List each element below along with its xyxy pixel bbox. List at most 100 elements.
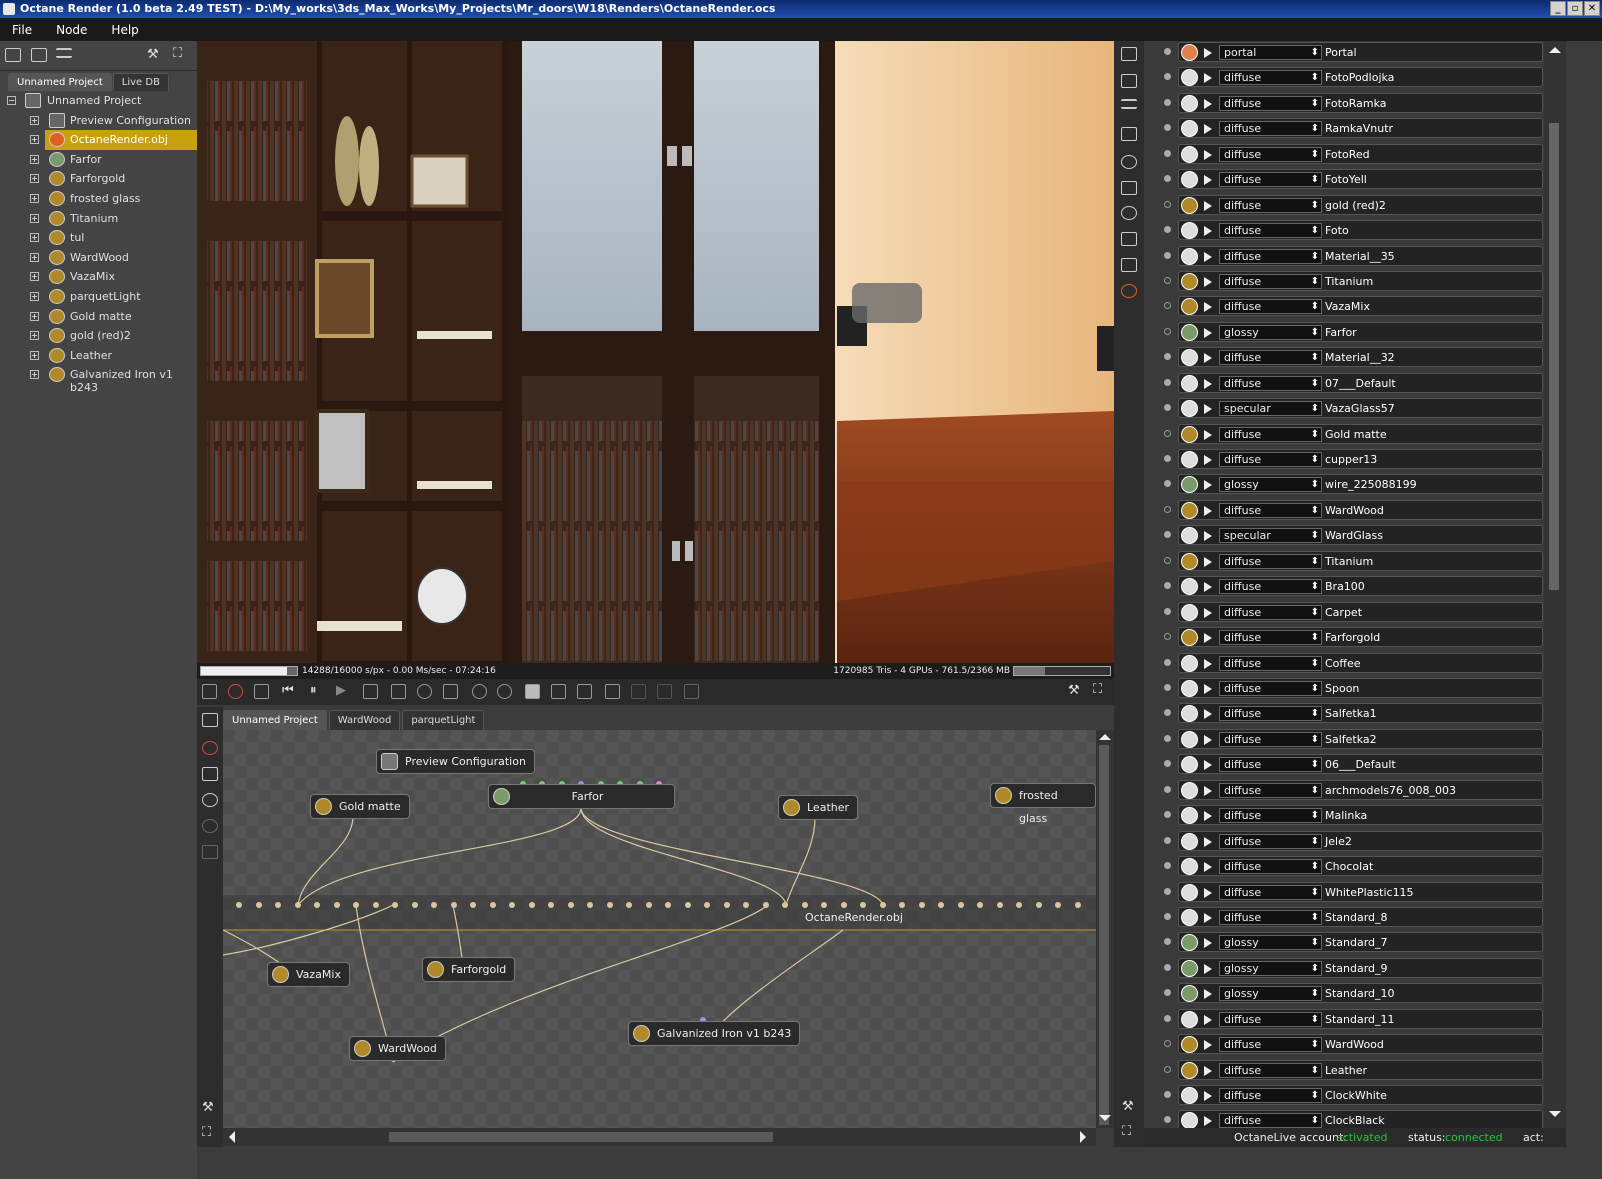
material-row[interactable]: diffuseStandard_8 (1144, 906, 1544, 928)
expand-arrow-icon[interactable] (1204, 607, 1212, 618)
node-vazamix[interactable]: VazaMix (267, 962, 350, 987)
environment-icon[interactable] (1121, 206, 1137, 220)
material-preview-icon[interactable] (1181, 145, 1198, 163)
expand-arrow-icon[interactable] (1204, 226, 1212, 237)
expand-icon[interactable]: + (30, 154, 39, 164)
material-row[interactable]: diffuse07___Default (1144, 372, 1544, 394)
material-preview-icon[interactable] (1181, 527, 1198, 545)
export-icon[interactable] (605, 684, 620, 699)
material-type-select[interactable]: diffuse (1219, 655, 1322, 671)
material-type-select[interactable]: diffuse (1219, 579, 1322, 595)
expand-icon[interactable]: + (30, 174, 39, 184)
tree-item[interactable]: + Farforgold (0, 169, 197, 189)
expand-icon[interactable]: + (30, 115, 39, 125)
material-row[interactable]: diffuseBra100 (1144, 575, 1544, 597)
material-row[interactable]: diffuseFotoPodlojka (1144, 66, 1544, 88)
node-render-icon[interactable] (202, 767, 218, 781)
tree-item[interactable]: + frosted glass (0, 189, 197, 209)
expand-icon[interactable]: + (30, 291, 39, 301)
material-type-select[interactable]: diffuse (1219, 223, 1322, 239)
material-row[interactable]: diffuseFarforgold (1144, 626, 1544, 648)
expand-arrow-icon[interactable] (1204, 302, 1212, 313)
expand-arrow-icon[interactable] (1204, 582, 1212, 593)
rewind-icon[interactable]: ⏮ (282, 684, 297, 699)
collapse-icon[interactable]: − (7, 96, 16, 105)
material-preview-icon[interactable] (1181, 552, 1198, 570)
expand-arrow-icon[interactable] (1204, 887, 1212, 898)
material-preview-icon[interactable] (1181, 807, 1198, 825)
material-type-select[interactable]: diffuse (1219, 452, 1322, 468)
expand-arrow-icon[interactable] (1204, 1014, 1212, 1025)
expand-arrow-icon[interactable] (1204, 989, 1212, 1000)
scroll-left-icon[interactable] (223, 1131, 235, 1143)
expand-arrow-icon[interactable] (1204, 505, 1212, 516)
material-preview-icon[interactable] (1181, 883, 1198, 901)
material-preview-icon[interactable] (1181, 171, 1198, 189)
stop-render-icon[interactable] (228, 684, 243, 699)
material-preview-icon[interactable] (1181, 349, 1198, 367)
expand-arrow-icon[interactable] (1204, 734, 1212, 745)
material-preview-icon[interactable] (1181, 476, 1198, 494)
material-row[interactable]: diffuseMaterial__35 (1144, 245, 1544, 267)
material-type-select[interactable]: diffuse (1219, 782, 1322, 798)
material-row[interactable]: diffuseWardWood (1144, 1033, 1544, 1055)
expand-icon[interactable]: + (30, 331, 39, 341)
expand-icon[interactable]: + (30, 252, 39, 262)
camera-settings-icon[interactable] (1121, 47, 1137, 61)
expand-arrow-icon[interactable] (1204, 658, 1212, 669)
expand-arrow-icon[interactable] (1204, 938, 1212, 949)
list-panel-icon[interactable] (1121, 99, 1137, 109)
expand-arrow-icon[interactable] (1204, 200, 1212, 211)
material-type-select[interactable]: diffuse (1219, 146, 1322, 162)
material-preview-icon[interactable] (1181, 858, 1198, 876)
expand-icon[interactable]: + (30, 135, 39, 145)
material-type-select[interactable]: diffuse (1219, 833, 1322, 849)
material-preview-icon[interactable] (1181, 629, 1198, 647)
right-fullscreen-icon[interactable]: ⛶ (1122, 1124, 1131, 1139)
material-preview-icon[interactable] (1181, 222, 1198, 240)
picker-icon[interactable] (443, 684, 458, 699)
material-row[interactable]: diffuseMalinka (1144, 804, 1544, 826)
material-type-select[interactable]: diffuse (1219, 502, 1322, 518)
node-texture-icon[interactable] (202, 845, 218, 859)
expand-arrow-icon[interactable] (1204, 811, 1212, 822)
material-row[interactable]: specularWardGlass (1144, 524, 1544, 546)
material-preview-icon[interactable] (1181, 1087, 1198, 1105)
grid-fill-icon[interactable] (525, 684, 540, 699)
material-type-select[interactable]: diffuse (1219, 426, 1322, 442)
expand-arrow-icon[interactable] (1204, 1091, 1212, 1102)
expand-arrow-icon[interactable] (1204, 378, 1212, 389)
material-row[interactable]: diffuseVazaMix (1144, 295, 1544, 317)
material-type-select[interactable]: diffuse (1219, 375, 1322, 391)
material-preview-icon[interactable] (1181, 298, 1198, 316)
material-preview-icon[interactable] (1181, 654, 1198, 672)
material-row[interactable]: diffuseFotoYell (1144, 168, 1544, 190)
material-row[interactable]: diffuseSalfetka1 (1144, 702, 1544, 724)
material-preview-icon[interactable] (1181, 756, 1198, 774)
material-preview-icon[interactable] (1181, 501, 1198, 519)
node-octanerender-obj[interactable]: OctaneRender.obj (805, 911, 903, 924)
material-type-select[interactable]: glossy (1219, 324, 1322, 340)
tab-live-db[interactable]: Live DB (112, 73, 169, 91)
material-type-select[interactable]: glossy (1219, 477, 1322, 493)
material-row[interactable]: diffusegold (red)2 (1144, 194, 1544, 216)
compare-icon[interactable] (577, 684, 592, 699)
menu-help[interactable]: Help (99, 23, 150, 37)
expand-arrow-icon[interactable] (1204, 149, 1212, 160)
material-preview-icon[interactable] (1181, 272, 1198, 290)
render-viewport[interactable] (197, 41, 1114, 663)
material-preview-icon[interactable] (1181, 730, 1198, 748)
material-type-select[interactable]: diffuse (1219, 604, 1322, 620)
tree-item[interactable]: + Preview Configuration (0, 111, 197, 131)
node-arrange-icon[interactable] (202, 713, 218, 727)
material-type-select[interactable]: diffuse (1219, 1011, 1322, 1027)
material-type-select[interactable]: diffuse (1219, 350, 1322, 366)
material-preview-icon[interactable] (1181, 680, 1198, 697)
tab-node-unnamed-project[interactable]: Unnamed Project (223, 710, 327, 730)
tree-item[interactable]: + Titanium (0, 209, 197, 229)
material-type-select[interactable]: diffuse (1219, 121, 1322, 137)
scroll-up-icon[interactable] (1099, 728, 1111, 740)
material-type-select[interactable]: diffuse (1219, 630, 1322, 646)
lock-icon[interactable] (684, 684, 699, 699)
material-type-select[interactable]: diffuse (1219, 681, 1322, 696)
